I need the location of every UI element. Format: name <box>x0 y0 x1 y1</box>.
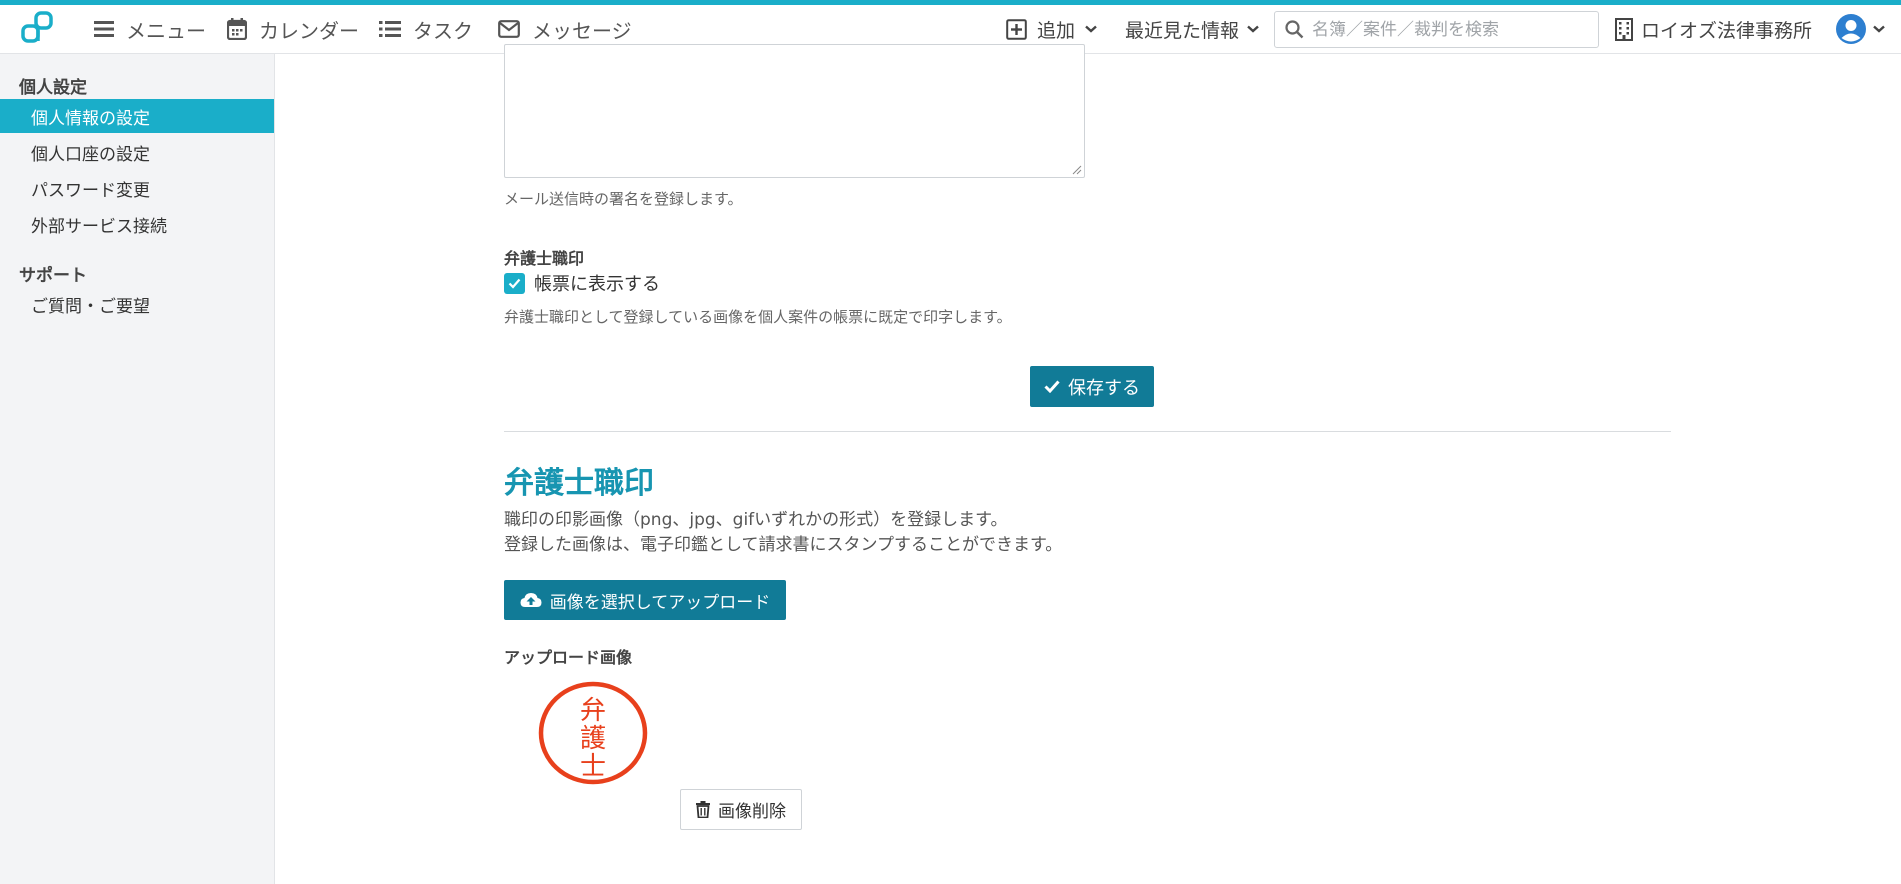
search-input[interactable] <box>1312 19 1582 40</box>
save-button-label: 保存する <box>1068 377 1140 399</box>
seal-section-title: 弁護士職印 <box>504 466 654 501</box>
chevron-down-icon <box>1247 25 1259 33</box>
delete-image-label: 画像削除 <box>718 802 786 822</box>
resize-grip-icon[interactable] <box>1072 165 1082 175</box>
cloud-upload-icon <box>520 593 542 607</box>
office-name: ロイオズ法律事務所 <box>1641 19 1813 42</box>
show-on-documents-label[interactable]: 帳票に表示する <box>534 270 660 296</box>
chevron-down-icon <box>1085 25 1097 33</box>
seal-stamp-image: 弁 護 士 <box>538 681 648 785</box>
delete-image-button[interactable]: 画像削除 <box>680 789 802 830</box>
upload-image-label: 画像を選択してアップロード <box>549 592 771 613</box>
check-icon <box>1044 380 1060 393</box>
show-on-documents-checkbox[interactable] <box>504 272 525 294</box>
signature-help-text: メール送信時の署名を登録します。 <box>504 190 743 208</box>
stamp-char-1: 弁 <box>580 696 606 726</box>
settings-sidebar: 個人設定 個人情報の設定 個人口座の設定 パスワード変更 外部サービス接続 サポ… <box>0 54 275 884</box>
user-menu-button[interactable] <box>1835 5 1885 53</box>
nav-calendar[interactable]: カレンダー <box>227 5 359 53</box>
building-icon <box>1615 17 1633 41</box>
sidebar-item-feedback[interactable]: ご質問・ご要望 <box>0 287 274 321</box>
add-menu-label: 追加 <box>1037 19 1076 42</box>
search-icon <box>1285 20 1304 39</box>
sidebar-item-password[interactable]: パスワード変更 <box>0 171 274 205</box>
envelope-icon <box>498 20 520 38</box>
app-logo-icon[interactable] <box>18 9 58 49</box>
office-selector[interactable]: ロイオズ法律事務所 <box>1615 5 1812 53</box>
hamburger-icon <box>94 21 114 37</box>
sidebar-item-external-services[interactable]: 外部サービス接続 <box>0 207 274 241</box>
list-icon <box>379 21 401 37</box>
recent-menu-label: 最近見た情報 <box>1125 19 1240 42</box>
nav-tasks[interactable]: タスク <box>379 5 473 53</box>
check-icon <box>508 278 521 289</box>
chevron-down-icon <box>1873 25 1885 33</box>
nav-messages-label: メッセージ <box>532 18 632 43</box>
signature-textarea[interactable] <box>504 44 1085 178</box>
trash-icon <box>696 801 710 818</box>
seal-section-description-1: 職印の印影画像（png、jpg、gifいずれかの形式）を登録します。 <box>504 510 1008 530</box>
seal-option-label: 弁護士職印 <box>504 249 585 268</box>
search-box <box>1274 11 1599 48</box>
upload-image-button[interactable]: 画像を選択してアップロード <box>504 580 786 620</box>
calendar-icon <box>227 18 247 40</box>
sidebar-item-personal-info[interactable]: 個人情報の設定 <box>0 99 274 133</box>
show-on-documents-option: 帳票に表示する <box>504 270 660 296</box>
seal-option-help-text: 弁護士職印として登録している画像を個人案件の帳票に既定で印字します。 <box>504 308 1012 326</box>
main-content: メール送信時の署名を登録します。 弁護士職印 帳票に表示する 弁護士職印として登… <box>276 44 1901 884</box>
nav-tasks-label: タスク <box>413 18 473 43</box>
nav-menu-label: メニュー <box>126 18 206 43</box>
plus-square-icon <box>1006 18 1027 40</box>
seal-section-description-2: 登録した画像は、電子印鑑として請求書にスタンプすることができます。 <box>504 535 1063 555</box>
stamp-char-2: 護 <box>580 724 606 754</box>
sidebar-item-personal-account[interactable]: 個人口座の設定 <box>0 135 274 169</box>
user-avatar-icon <box>1836 14 1866 44</box>
uploaded-image-label: アップロード画像 <box>504 648 633 667</box>
section-divider <box>504 431 1671 432</box>
sidebar-heading-personal: 個人設定 <box>19 78 87 98</box>
stamp-char-3: 士 <box>580 752 606 782</box>
save-button[interactable]: 保存する <box>1030 366 1154 407</box>
nav-calendar-label: カレンダー <box>259 18 359 43</box>
recent-menu-button[interactable]: 最近見た情報 <box>1125 5 1259 53</box>
sidebar-heading-support: サポート <box>19 266 87 286</box>
nav-menu[interactable]: メニュー <box>94 5 206 53</box>
